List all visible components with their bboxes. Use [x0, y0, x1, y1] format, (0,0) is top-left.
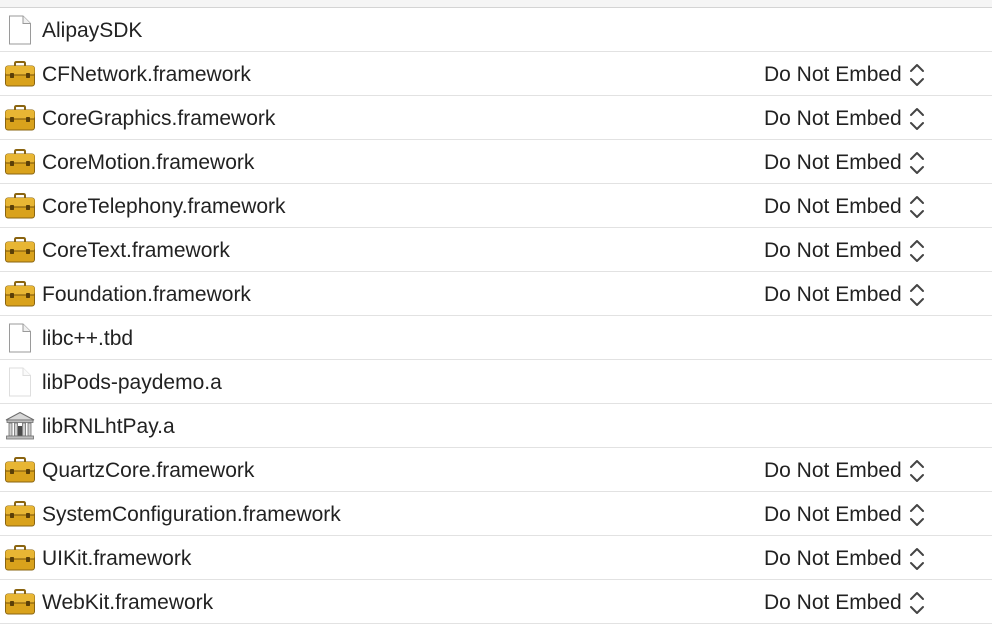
chevron-updown-icon	[908, 545, 926, 573]
list-item[interactable]: QuartzCore.framework Do Not Embed	[0, 448, 992, 492]
toolbox-icon	[4, 278, 36, 310]
chevron-updown-icon	[908, 501, 926, 529]
item-name: CoreText.framework	[42, 239, 230, 262]
document-faint-icon	[4, 366, 36, 398]
list-item[interactable]: UIKit.framework Do Not Embed	[0, 536, 992, 580]
item-name: SystemConfiguration.framework	[42, 503, 341, 526]
list-item[interactable]: AlipaySDK Do Not Embed	[0, 8, 992, 52]
embed-label: Do Not Embed	[764, 107, 902, 130]
list-item[interactable]: Foundation.framework Do Not Embed	[0, 272, 992, 316]
embed-label: Do Not Embed	[764, 195, 902, 218]
library-icon	[4, 410, 36, 442]
embed-label: Do Not Embed	[764, 547, 902, 570]
embed-popup[interactable]: Do Not Embed	[764, 536, 926, 581]
embed-label: Do Not Embed	[764, 591, 902, 614]
list-item[interactable]: libc++.tbd Do Not Embed	[0, 316, 992, 360]
embed-popup[interactable]: Do Not Embed	[764, 580, 926, 625]
embed-popup[interactable]: Do Not Embed	[764, 492, 926, 537]
document-icon	[4, 14, 36, 46]
toolbox-icon	[4, 542, 36, 574]
embed-label: Do Not Embed	[764, 63, 902, 86]
embed-popup[interactable]: Do Not Embed	[764, 140, 926, 185]
chevron-updown-icon	[908, 61, 926, 89]
embed-popup[interactable]: Do Not Embed	[764, 96, 926, 141]
list-item[interactable]: libRNLhtPay.a Do Not Embed	[0, 404, 992, 448]
document-icon	[4, 322, 36, 354]
chevron-updown-icon	[908, 457, 926, 485]
chevron-updown-icon	[908, 149, 926, 177]
item-name: CFNetwork.framework	[42, 63, 251, 86]
toolbox-icon	[4, 234, 36, 266]
item-name: CoreGraphics.framework	[42, 107, 276, 130]
embed-popup[interactable]: Do Not Embed	[764, 272, 926, 317]
list-item[interactable]: libPods-paydemo.a Do Not Embed	[0, 360, 992, 404]
chevron-updown-icon	[908, 193, 926, 221]
list-item[interactable]: WebKit.framework Do Not Embed	[0, 580, 992, 624]
item-name: CoreMotion.framework	[42, 151, 255, 174]
chevron-updown-icon	[908, 281, 926, 309]
embed-popup[interactable]: Do Not Embed	[764, 448, 926, 493]
embed-label: Do Not Embed	[764, 239, 902, 262]
item-name: CoreTelephony.framework	[42, 195, 286, 218]
chevron-updown-icon	[908, 589, 926, 617]
embed-popup[interactable]: Do Not Embed	[764, 52, 926, 97]
embed-label: Do Not Embed	[764, 503, 902, 526]
item-name: AlipaySDK	[42, 19, 143, 42]
item-name: UIKit.framework	[42, 547, 192, 570]
toolbox-icon	[4, 102, 36, 134]
toolbox-icon	[4, 454, 36, 486]
embed-popup[interactable]: Do Not Embed	[764, 184, 926, 229]
list-item[interactable]: CoreMotion.framework Do Not Embed	[0, 140, 992, 184]
item-name: libc++.tbd	[42, 327, 134, 350]
embed-label: Do Not Embed	[764, 459, 902, 482]
item-name: Foundation.framework	[42, 283, 251, 306]
frameworks-list: AlipaySDK Do Not Embed CFNetwork.framewo…	[0, 8, 992, 624]
list-item[interactable]: SystemConfiguration.framework Do Not Emb…	[0, 492, 992, 536]
toolbox-icon	[4, 498, 36, 530]
embed-label: Do Not Embed	[764, 283, 902, 306]
list-item[interactable]: CoreGraphics.framework Do Not Embed	[0, 96, 992, 140]
toolbox-icon	[4, 58, 36, 90]
top-border	[0, 0, 992, 8]
item-name: QuartzCore.framework	[42, 459, 255, 482]
toolbox-icon	[4, 586, 36, 618]
toolbox-icon	[4, 190, 36, 222]
item-name: libRNLhtPay.a	[42, 415, 175, 438]
list-item[interactable]: CFNetwork.framework Do Not Embed	[0, 52, 992, 96]
chevron-updown-icon	[908, 237, 926, 265]
item-name: libPods-paydemo.a	[42, 371, 222, 394]
item-name: WebKit.framework	[42, 591, 214, 614]
toolbox-icon	[4, 146, 36, 178]
embed-label: Do Not Embed	[764, 151, 902, 174]
list-item[interactable]: CoreTelephony.framework Do Not Embed	[0, 184, 992, 228]
embed-popup[interactable]: Do Not Embed	[764, 228, 926, 273]
chevron-updown-icon	[908, 105, 926, 133]
list-item[interactable]: CoreText.framework Do Not Embed	[0, 228, 992, 272]
